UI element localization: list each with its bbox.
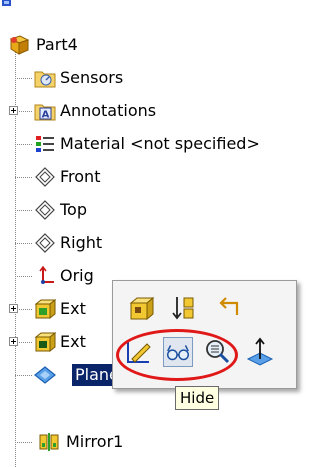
tree-root-part4[interactable]: Part4: [0, 30, 335, 60]
tree-item-front[interactable]: Front: [0, 162, 335, 192]
go-back-icon: [219, 297, 239, 315]
mirror-icon: [39, 433, 59, 451]
extrude-icon: [34, 331, 56, 353]
tooltip: Hide: [175, 386, 220, 410]
extrude-icon: [34, 298, 56, 320]
tree-item-label: Ext: [60, 332, 86, 351]
tree-item-label: Sensors: [60, 68, 124, 87]
tree-branch: [15, 375, 32, 376]
part-label: Part4: [36, 35, 78, 54]
plane-icon: [34, 366, 56, 384]
tree-item-top[interactable]: Top: [0, 195, 335, 225]
expand-icon[interactable]: [9, 106, 18, 115]
plane-icon: [35, 167, 55, 187]
go-back-button[interactable]: [213, 293, 243, 323]
tree-item-label: Top: [60, 200, 87, 219]
feature-order-button[interactable]: [169, 293, 199, 323]
sensors-icon: [34, 71, 56, 88]
plane-icon: [35, 200, 55, 220]
tree-branch: [15, 144, 32, 145]
expand-icon[interactable]: [9, 337, 18, 346]
material-icon: [36, 136, 54, 152]
tree-branch: [15, 276, 32, 277]
tree-branch: [15, 177, 32, 178]
normal-to-button[interactable]: [245, 337, 275, 367]
appearance-icon: [129, 296, 155, 321]
tree-item-label: Orig: [60, 266, 94, 285]
highlight-ring: [116, 329, 238, 381]
tree-item-label: Ext: [60, 299, 86, 318]
tree-item-label: Annotations: [60, 101, 157, 120]
tree-branch: [15, 243, 32, 244]
plane-icon: [35, 233, 55, 253]
annotations-icon: A: [34, 104, 56, 121]
tree-item-label: Mirror1: [66, 432, 124, 451]
tree-branch: [15, 210, 32, 211]
expand-icon[interactable]: [9, 304, 18, 313]
part-icon: [9, 35, 30, 55]
origin-icon: [39, 265, 54, 284]
tree-item-material[interactable]: Material <not specified>: [0, 129, 335, 159]
tree-item-label: Right: [60, 233, 103, 252]
tree-item-label: Material <not specified>: [60, 134, 260, 153]
feature-order-icon: [172, 297, 194, 320]
appearance-button[interactable]: [127, 293, 157, 323]
tree-item-right[interactable]: Right: [0, 228, 335, 258]
normal-to-icon: [246, 337, 274, 366]
filter-icon[interactable]: [0, 0, 14, 6]
svg-text:A: A: [42, 110, 50, 121]
tree-item-annotations[interactable]: A Annotations: [0, 96, 335, 126]
tree-branch: [15, 442, 32, 443]
tree-branch: [15, 78, 32, 79]
feature-manager-tree: Part4 Sensors A Annotations Material <no…: [0, 0, 335, 467]
tree-item-mirror1[interactable]: Mirror1: [0, 427, 335, 457]
tree-item-sensors[interactable]: Sensors: [0, 63, 335, 93]
tree-item-label: Front: [60, 167, 101, 186]
